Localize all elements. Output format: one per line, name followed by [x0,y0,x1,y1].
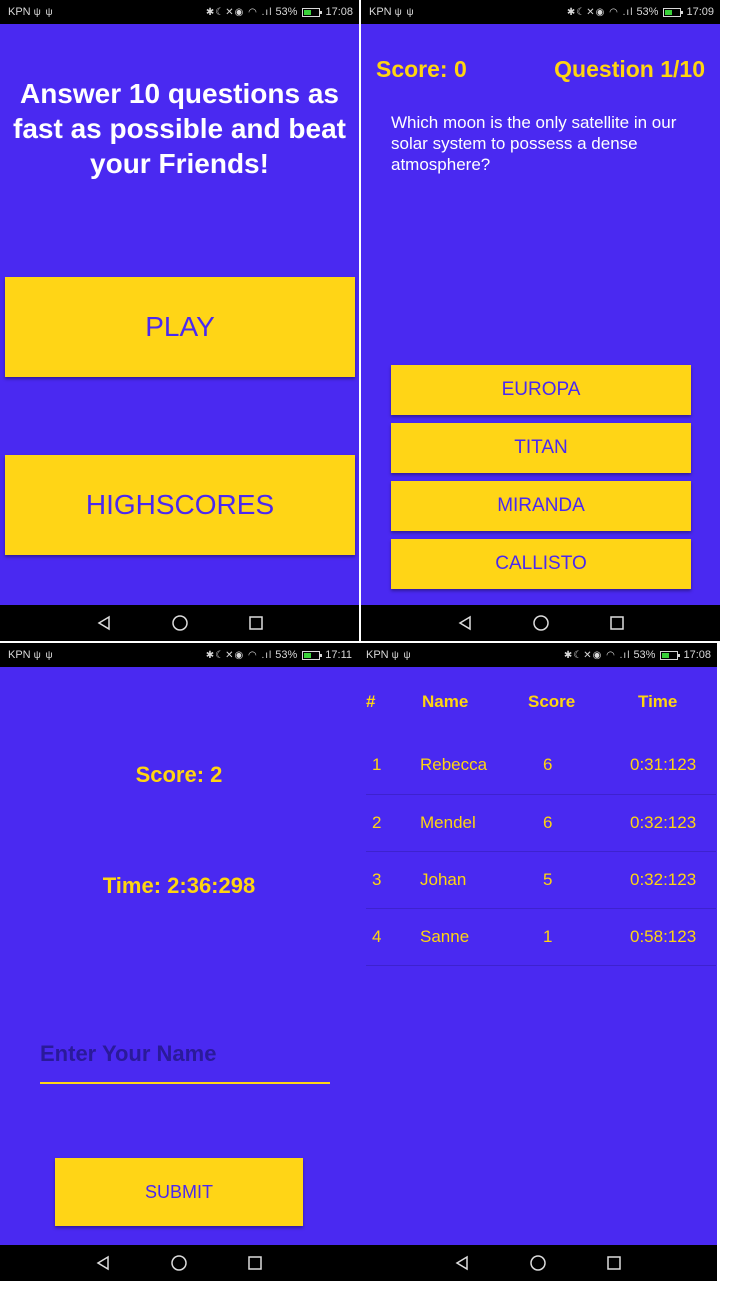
score-cell: 6 [522,737,612,795]
rank-cell: 1 [366,737,412,795]
navigation-bar [358,1245,717,1281]
name-cell: Rebecca [412,737,522,795]
back-icon[interactable] [452,1253,472,1273]
status-bar: KPN ψ ψ ✱☾✕◉ ◠ .ıl 53% 17:09 [361,0,720,24]
battery-percent: 53% [636,6,659,18]
table-row: 2 Mendel 6 0:32:123 [366,794,716,852]
carrier-label: KPN [369,6,392,18]
quiz-screen: KPN ψ ψ ✱☾✕◉ ◠ .ıl 53% 17:09 Score: 0 Qu… [361,0,720,641]
home-icon[interactable] [528,1253,548,1273]
time-cell: 0:32:123 [612,851,716,909]
time-cell: 0:31:123 [612,737,716,795]
play-button[interactable]: PLAY [5,277,355,377]
answer-button[interactable]: CALLISTO [391,539,691,589]
usb-icon: ψ ψ [391,649,412,661]
navigation-bar [361,605,720,641]
highscores-table: # Name Score Time 1 Rebecca 6 0:31:123 2… [366,667,716,966]
highscores-screen: KPN ψ ψ ✱☾✕◉ ◠ .ıl 53% 17:08 # Name Scor… [358,643,717,1281]
highscores-button[interactable]: HIGHSCORES [5,455,355,555]
answer-button[interactable]: MIRANDA [391,481,691,531]
rank-cell: 3 [366,851,412,909]
table-row: 3 Johan 5 0:32:123 [366,851,716,909]
recents-icon[interactable] [604,1253,624,1273]
status-icons: ✱☾✕◉ ◠ .ıl [566,6,634,18]
clock: 17:11 [325,649,352,661]
question-counter: Question 1/10 [554,56,705,82]
carrier-label: KPN [8,649,31,661]
name-input[interactable] [40,1026,330,1084]
name-cell: Mendel [412,794,522,852]
result-screen: KPN ψ ψ ✱☾✕◉ ◠ .ıl 53% 17:11 Score: 2 Ti… [0,643,358,1281]
header-rank: # [366,692,376,711]
status-bar: KPN ψ ψ ✱☾✕◉ ◠ .ıl 53% 17:11 [0,643,358,667]
answer-button[interactable]: EUROPA [391,365,691,415]
table-row: 1 Rebecca 6 0:31:123 [366,737,716,795]
intro-text: Answer 10 questions as fast as possible … [13,78,346,179]
status-icons: ✱☾✕◉ ◠ .ıl [205,649,273,661]
submit-button[interactable]: SUBMIT [55,1158,303,1226]
battery-percent: 53% [275,649,298,661]
home-icon[interactable] [531,613,551,633]
usb-icon: ψ ψ [394,6,415,18]
usb-icon: ψ ψ [33,649,54,661]
back-icon[interactable] [94,613,114,633]
battery-percent: 53% [275,6,298,18]
clock: 17:08 [683,649,711,661]
final-score: Score: 2 [135,762,223,787]
battery-percent: 53% [633,649,656,661]
score-label: Score: 0 [376,56,467,82]
recents-icon[interactable] [246,613,266,633]
score-cell: 5 [522,851,612,909]
time-cell: 0:32:123 [612,794,716,852]
carrier-label: KPN [8,6,31,18]
header-score: Score [528,692,576,711]
table-row: 4 Sanne 1 0:58:123 [366,908,716,966]
header-name: Name [422,692,469,711]
battery-icon [660,650,681,660]
rank-cell: 2 [366,794,412,852]
score-cell: 6 [522,794,612,852]
recents-icon[interactable] [245,1253,265,1273]
usb-icon: ψ ψ [33,6,54,18]
clock: 17:09 [686,6,714,18]
answer-button[interactable]: TITAN [391,423,691,473]
rank-cell: 4 [366,908,412,966]
back-icon[interactable] [93,1253,113,1273]
battery-icon [302,7,323,17]
name-cell: Johan [412,851,522,909]
navigation-bar [0,1245,358,1281]
navigation-bar [0,605,359,641]
question-text: Which moon is the only satellite in our … [391,113,677,174]
home-screen: KPN ψ ψ ✱☾✕◉ ◠ .ıl 53% 17:08 Answer 10 q… [0,0,359,641]
home-icon[interactable] [170,613,190,633]
status-icons: ✱☾✕◉ ◠ .ıl [205,6,273,18]
clock: 17:08 [325,6,353,18]
name-cell: Sanne [412,908,522,966]
back-icon[interactable] [455,613,475,633]
battery-icon [663,7,684,17]
battery-icon [302,650,323,660]
home-icon[interactable] [169,1253,189,1273]
recents-icon[interactable] [607,613,627,633]
carrier-label: KPN [366,649,389,661]
score-cell: 1 [522,908,612,966]
status-bar: KPN ψ ψ ✱☾✕◉ ◠ .ıl 53% 17:08 [358,643,717,667]
status-bar: KPN ψ ψ ✱☾✕◉ ◠ .ıl 53% 17:08 [0,0,359,24]
table-header-row: # Name Score Time [366,667,716,737]
status-icons: ✱☾✕◉ ◠ .ıl [563,649,631,661]
header-time: Time [638,692,678,711]
final-time: Time: 2:36:298 [102,873,256,898]
time-cell: 0:58:123 [612,908,716,966]
